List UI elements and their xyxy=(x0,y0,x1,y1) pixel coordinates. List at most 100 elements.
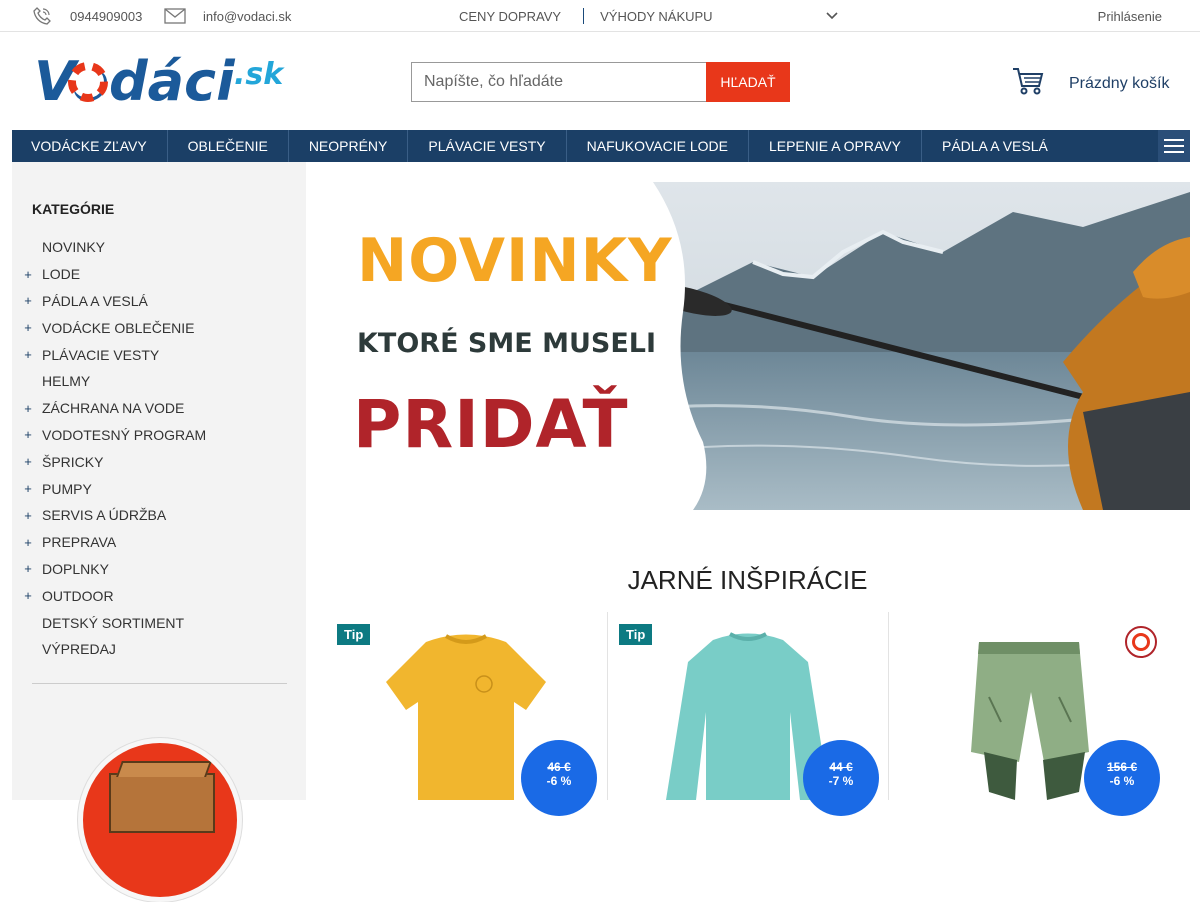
category-sidebar: KATEGÓRIE NOVINKY + LODE + PÁDLA A VESLÁ + VOD… xyxy=(12,162,306,902)
nav-item-life-vests[interactable]: PLÁVACIE VESTY xyxy=(408,130,567,162)
expand-icon[interactable]: + xyxy=(12,320,42,335)
sidebar-item-label: DOPLNKY xyxy=(42,560,109,577)
sidebar-item[interactable]: HELMY xyxy=(12,368,306,395)
sidebar-item[interactable]: + DOPLNKY xyxy=(12,556,306,583)
sidebar-item-label: PÁDLA A VESLÁ xyxy=(42,292,148,309)
expand-icon[interactable]: + xyxy=(12,454,42,469)
expand-icon[interactable]: + xyxy=(12,588,42,603)
divider xyxy=(583,8,585,24)
expand-icon[interactable]: + xyxy=(12,401,42,416)
nav-item-inflatable-boats[interactable]: NAFUKOVACIE LODE xyxy=(567,130,749,162)
logo-suffix: .sk xyxy=(234,57,285,92)
sidebar-item[interactable]: + PLÁVACIE VESTY xyxy=(12,341,306,368)
sidebar-item-label: HELMY xyxy=(42,373,91,390)
expand-icon[interactable]: + xyxy=(12,535,42,550)
sidebar-item[interactable]: + LODE xyxy=(12,261,306,288)
logo-text: Vodáci xyxy=(34,50,236,113)
package-icon xyxy=(109,773,215,833)
sidebar-item-label: PREPRAVA xyxy=(42,534,117,551)
sidebar-item-label: VODÁCKE OBLEČENIE xyxy=(42,319,195,336)
product-grid: Tip 46 € -6 % Tip 44 € -7 % 156 € -6 % xyxy=(326,612,1170,816)
sidebar-item-label: VODOTESNÝ PROGRAM xyxy=(42,426,207,443)
chevron-down-icon[interactable] xyxy=(825,9,839,23)
banner-cta-text: PRIDAŤ xyxy=(353,386,629,463)
site-logo[interactable]: Vodáci .sk xyxy=(34,44,289,114)
tip-badge: Tip xyxy=(619,624,653,645)
sidebar-item[interactable]: + PÁDLA A VESLÁ xyxy=(12,288,306,315)
sidebar-item[interactable]: + VODOTESNÝ PROGRAM xyxy=(12,422,306,449)
divider xyxy=(32,683,287,684)
sidebar-item-label: ZÁCHRANA NA VODE xyxy=(42,400,185,417)
sidebar-item-label: DETSKÝ SORTIMENT xyxy=(42,614,185,631)
expand-icon[interactable]: + xyxy=(12,561,42,576)
price-badge: 44 € -7 % xyxy=(803,740,879,816)
nav-item-paddles[interactable]: PÁDLA A VESLÁ xyxy=(922,130,1068,162)
sidebar-item-label: PLÁVACIE VESTY xyxy=(42,346,160,363)
expand-icon[interactable]: + xyxy=(12,427,42,442)
price-badge: 156 € -6 % xyxy=(1084,740,1160,816)
cart-label: Prázdny košík xyxy=(1069,74,1170,92)
sidebar-item[interactable]: + SERVIS A ÚDRŽBA xyxy=(12,502,306,529)
sidebar-item[interactable]: NOVINKY xyxy=(12,234,306,261)
sidebar-item[interactable]: + OUTDOOR xyxy=(12,582,306,609)
discount: -6 % xyxy=(1109,774,1135,788)
expand-icon[interactable]: + xyxy=(12,508,42,523)
email-link[interactable]: info@vodaci.sk xyxy=(203,0,291,32)
discount: -7 % xyxy=(828,774,854,788)
cart[interactable]: Prázdny košík xyxy=(1012,66,1169,101)
sidebar-item[interactable]: + VODÁCKE OBLEČENIE xyxy=(12,314,306,341)
hero-banner[interactable]: NOVINKY KTORÉ SME MUSELI PRIDAŤ xyxy=(333,182,1190,510)
sidebar-item-label: PUMPY xyxy=(42,480,92,497)
old-price: 156 € xyxy=(1106,760,1138,774)
sidebar-item[interactable]: DETSKÝ SORTIMENT xyxy=(12,609,306,636)
product-card[interactable]: Tip 46 € -6 % xyxy=(326,612,607,816)
mail-icon xyxy=(164,0,186,32)
promo-badge[interactable] xyxy=(78,738,242,902)
expand-icon[interactable]: + xyxy=(12,347,42,362)
nav-item-discounts[interactable]: VODÁCKE ZĽAVY xyxy=(12,130,168,162)
search-input[interactable] xyxy=(411,62,706,102)
sidebar-item-label: SERVIS A ÚDRŽBA xyxy=(42,507,167,524)
phone-link[interactable]: 0944909003 xyxy=(70,0,142,32)
discount: -6 % xyxy=(546,774,572,788)
menu-icon[interactable] xyxy=(1158,130,1190,162)
product-card[interactable]: 156 € -6 % xyxy=(888,612,1169,816)
product-card[interactable]: Tip 44 € -7 % xyxy=(607,612,888,816)
phone-icon xyxy=(32,0,52,32)
sidebar-item[interactable]: VÝPREDAJ xyxy=(12,636,306,663)
search-button[interactable]: HĽADAŤ xyxy=(706,62,790,102)
sidebar-item-label: VÝPREDAJ xyxy=(42,641,116,658)
top-utility-bar: 0944909003 info@vodaci.sk CENY DOPRAVY V… xyxy=(0,0,1200,32)
sidebar-item-label: LODE xyxy=(42,266,81,283)
tip-badge: Tip xyxy=(337,624,371,645)
sidebar-item-label: NOVINKY xyxy=(42,239,106,256)
old-price: 44 € xyxy=(829,760,853,774)
sidebar-item[interactable]: + PREPRAVA xyxy=(12,529,306,556)
sidebar-item[interactable]: + ZÁCHRANA NA VODE xyxy=(12,395,306,422)
nav-item-repairs[interactable]: LEPENIE A OPRAVY xyxy=(749,130,922,162)
expand-icon[interactable]: + xyxy=(12,293,42,308)
sidebar-item-label: ŠPRICKY xyxy=(42,453,104,470)
banner-subline: KTORÉ SME MUSELI xyxy=(357,328,657,359)
nav-item-clothing[interactable]: OBLEČENIE xyxy=(168,130,289,162)
shop-stamp-icon xyxy=(1125,626,1157,658)
benefits-link[interactable]: VÝHODY NÁKUPU xyxy=(600,9,712,24)
expand-icon[interactable]: + xyxy=(12,481,42,496)
search-bar: HĽADAŤ xyxy=(411,62,790,102)
sidebar-title: KATEGÓRIE xyxy=(32,201,115,217)
sidebar-item[interactable]: + ŠPRICKY xyxy=(12,448,306,475)
login-link[interactable]: Prihlásenie xyxy=(1098,0,1162,32)
old-price: 46 € xyxy=(547,760,571,774)
cart-icon xyxy=(1012,66,1044,101)
price-badge: 46 € -6 % xyxy=(521,740,597,816)
sidebar-item-label: OUTDOOR xyxy=(42,587,114,604)
shipping-prices-link[interactable]: CENY DOPRAVY xyxy=(459,9,561,24)
nav-item-neoprenes[interactable]: NEOPRÉNY xyxy=(289,130,409,162)
section-title: JARNÉ INŠPIRÁCIE xyxy=(627,565,868,595)
banner-headline: NOVINKY xyxy=(357,226,673,296)
expand-icon[interactable]: + xyxy=(12,267,42,282)
category-list: NOVINKY + LODE + PÁDLA A VESLÁ + VODÁCKE OBLEČ… xyxy=(12,234,306,663)
sidebar-item[interactable]: + PUMPY xyxy=(12,475,306,502)
main-nav: VODÁCKE ZĽAVY OBLEČENIE NEOPRÉNY PLÁVACI… xyxy=(12,130,1190,162)
topbar-links: CENY DOPRAVY VÝHODY NÁKUPU xyxy=(459,0,839,32)
